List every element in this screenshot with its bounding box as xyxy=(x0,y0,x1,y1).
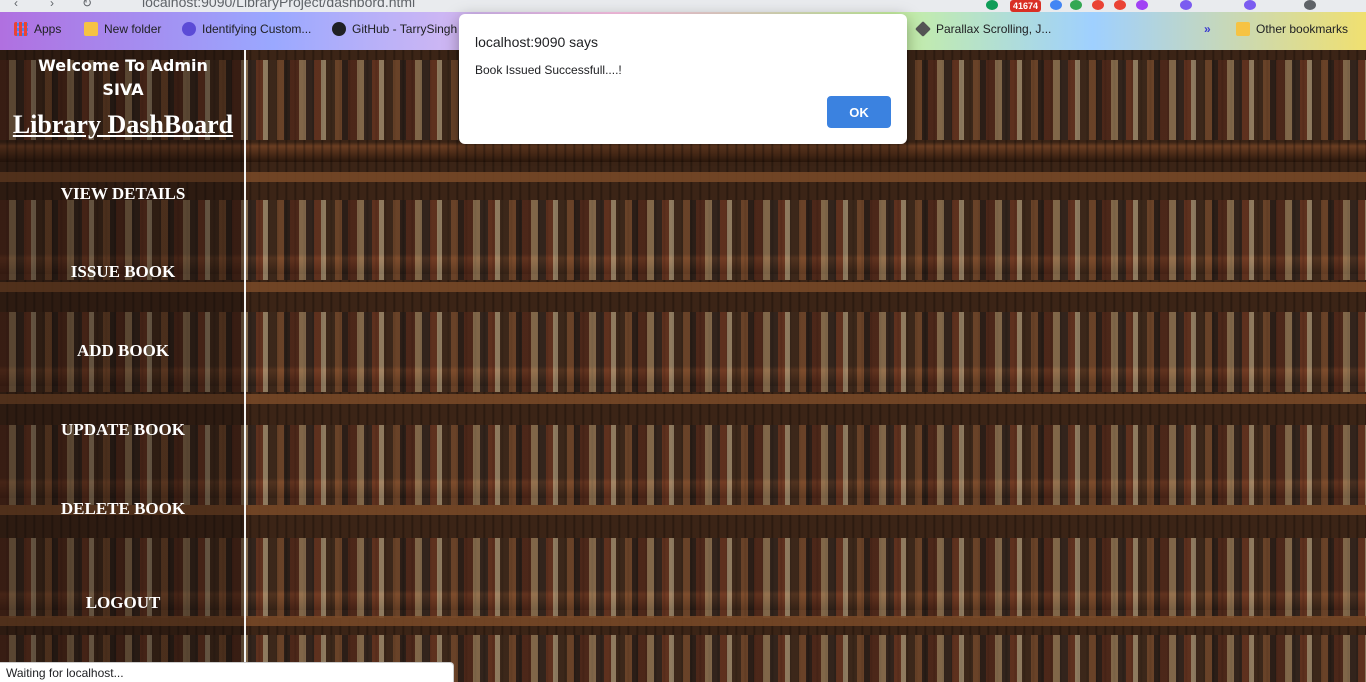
bookmark-github[interactable]: GitHub - TarrySingh xyxy=(332,22,457,36)
forward-icon[interactable]: › xyxy=(50,0,54,10)
extension-icon[interactable] xyxy=(1114,0,1126,10)
welcome-line: Welcome To Admin xyxy=(38,56,208,75)
nav-logout[interactable]: LOGOUT xyxy=(0,593,246,613)
ok-button[interactable]: OK xyxy=(827,96,891,128)
bookmark-parallax[interactable]: Parallax Scrolling, J... xyxy=(915,21,1052,37)
puzzle-icon[interactable] xyxy=(1244,0,1256,10)
folder-icon xyxy=(1236,22,1250,36)
github-icon xyxy=(332,22,346,36)
bookmark-identifying[interactable]: Identifying Custom... xyxy=(182,22,311,36)
back-icon[interactable]: ‹ xyxy=(14,0,18,10)
nav-issue-book[interactable]: ISSUE BOOK xyxy=(0,262,246,282)
sidebar: Welcome To Admin SIVA Library DashBoard … xyxy=(0,50,246,682)
dialog-message: Book Issued Successfull....! xyxy=(475,63,622,77)
extension-icon[interactable] xyxy=(1180,0,1192,10)
bookmark-label: Parallax Scrolling, J... xyxy=(936,22,1052,36)
extension-icon[interactable] xyxy=(1070,0,1082,10)
bookmark-label: Other bookmarks xyxy=(1256,22,1349,36)
bookmark-new-folder[interactable]: New folder xyxy=(84,22,161,36)
profile-icon[interactable] xyxy=(1304,0,1316,10)
nav-delete-book[interactable]: DELETE BOOK xyxy=(0,499,246,519)
extension-icon[interactable] xyxy=(1092,0,1104,10)
globe-icon xyxy=(182,22,196,36)
extension-icon[interactable] xyxy=(986,0,998,10)
address-bar[interactable]: ‹ › ↻ localhost:9090/LibraryProject/dash… xyxy=(0,0,1366,12)
extension-icon[interactable] xyxy=(1050,0,1062,10)
bookmarks-overflow-chevron[interactable]: » xyxy=(1204,22,1211,36)
status-bar: Waiting for localhost... xyxy=(0,662,454,682)
dashboard-title[interactable]: Library DashBoard xyxy=(0,110,246,140)
bookmark-apps[interactable]: Apps xyxy=(14,22,61,36)
bookmark-label: Apps xyxy=(34,22,62,36)
welcome-text: Welcome To Admin SIVA xyxy=(0,54,246,102)
bookmark-label: New folder xyxy=(104,22,162,36)
folder-icon xyxy=(84,22,98,36)
extension-icon[interactable] xyxy=(1136,0,1148,10)
dialog-title: localhost:9090 says xyxy=(475,34,598,50)
url-text[interactable]: localhost:9090/LibraryProject/dashbord.h… xyxy=(142,0,415,10)
extension-badge: 41674 xyxy=(1010,0,1042,12)
bookmark-label: GitHub - TarrySingh xyxy=(352,22,458,36)
alert-dialog: localhost:9090 says Book Issued Successf… xyxy=(459,14,907,144)
nav-add-book[interactable]: ADD BOOK xyxy=(0,341,246,361)
nav-view-details[interactable]: VIEW DETAILS xyxy=(0,184,246,204)
diamond-icon xyxy=(915,21,931,37)
apps-grid-icon xyxy=(14,22,28,36)
bookmark-label: Identifying Custom... xyxy=(202,22,312,36)
nav-update-book[interactable]: UPDATE BOOK xyxy=(0,420,246,440)
bookmark-other[interactable]: Other bookmarks xyxy=(1236,22,1348,36)
reload-icon[interactable]: ↻ xyxy=(82,0,92,10)
admin-name: SIVA xyxy=(102,80,144,99)
